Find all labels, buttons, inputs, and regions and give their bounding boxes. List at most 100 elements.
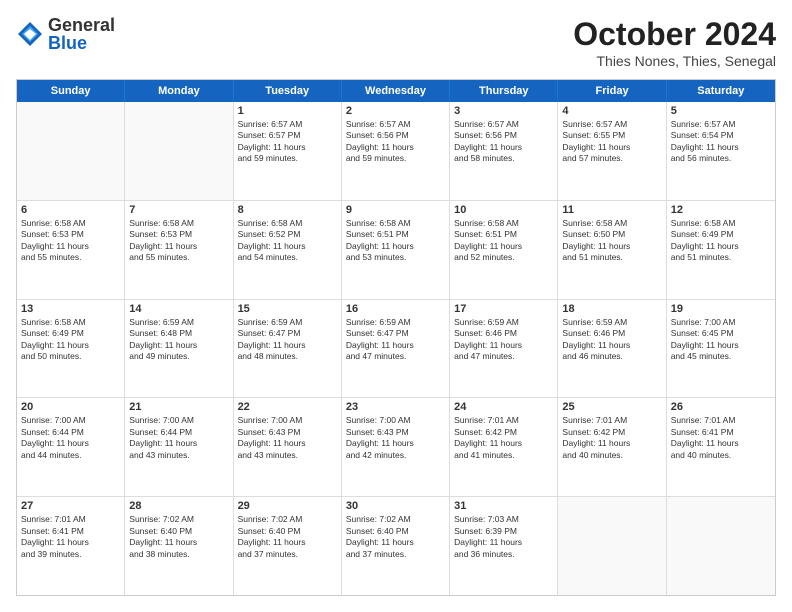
day-number: 20 [21, 401, 120, 413]
calendar-cell: 11Sunrise: 6:58 AMSunset: 6:50 PMDayligh… [558, 201, 666, 299]
day-number: 31 [454, 500, 553, 512]
day-number: 18 [562, 303, 661, 315]
header: General Blue October 2024 Thies Nones, T… [16, 16, 776, 69]
cell-info-line: Sunrise: 6:59 AM [454, 317, 553, 328]
title-block: October 2024 Thies Nones, Thies, Senegal [573, 16, 776, 69]
cell-info-line: Sunset: 6:40 PM [346, 526, 445, 537]
cell-info-line: and 50 minutes. [21, 351, 120, 362]
cell-info-line: Sunrise: 6:58 AM [454, 218, 553, 229]
cell-info-line: Daylight: 11 hours [454, 142, 553, 153]
cell-info-line: Sunrise: 6:58 AM [238, 218, 337, 229]
calendar-cell: 5Sunrise: 6:57 AMSunset: 6:54 PMDaylight… [667, 102, 775, 200]
cell-info-line: and 39 minutes. [21, 549, 120, 560]
calendar-cell: 1Sunrise: 6:57 AMSunset: 6:57 PMDaylight… [234, 102, 342, 200]
calendar-cell: 7Sunrise: 6:58 AMSunset: 6:53 PMDaylight… [125, 201, 233, 299]
calendar-cell: 25Sunrise: 7:01 AMSunset: 6:42 PMDayligh… [558, 398, 666, 496]
cell-info-line: and 45 minutes. [671, 351, 771, 362]
day-number: 12 [671, 204, 771, 216]
weekday-header: Thursday [450, 80, 558, 102]
cell-info-line: Daylight: 11 hours [454, 241, 553, 252]
day-number: 23 [346, 401, 445, 413]
cell-info-line: Daylight: 11 hours [238, 537, 337, 548]
cell-info-line: and 52 minutes. [454, 252, 553, 263]
cell-info-line: Sunset: 6:43 PM [238, 427, 337, 438]
logo-text: General Blue [48, 16, 115, 52]
calendar-cell: 17Sunrise: 6:59 AMSunset: 6:46 PMDayligh… [450, 300, 558, 398]
cell-info-line: Sunrise: 6:58 AM [21, 317, 120, 328]
calendar-cell: 6 Sunrise: 6:58 AMSunset: 6:53 PMDaylight… [17, 201, 125, 299]
calendar-week-row: 1Sunrise: 6:57 AMSunset: 6:57 PMDaylight… [17, 102, 775, 201]
cell-info-line: Sunrise: 6:57 AM [238, 119, 337, 130]
cell-info-line: and 42 minutes. [346, 450, 445, 461]
cell-info-line: Sunrise: 6:58 AM [562, 218, 661, 229]
day-number: 13 [21, 303, 120, 315]
cell-info-line: Sunrise: 7:01 AM [454, 415, 553, 426]
cell-info-line: Sunrise: 7:01 AM [562, 415, 661, 426]
cell-info-line: Sunrise: 7:00 AM [671, 317, 771, 328]
calendar-cell: 14Sunrise: 6:59 AMSunset: 6:48 PMDayligh… [125, 300, 233, 398]
cell-info-line: and 37 minutes. [346, 549, 445, 560]
cell-info-line: Daylight: 11 hours [238, 340, 337, 351]
cell-info-line: Daylight: 11 hours [671, 142, 771, 153]
day-number: 14 [129, 303, 228, 315]
day-number: 25 [562, 401, 661, 413]
cell-info-line: Sunset: 6:57 PM [238, 130, 337, 141]
calendar: SundayMondayTuesdayWednesdayThursdayFrid… [16, 79, 776, 596]
cell-info-line: Sunset: 6:41 PM [671, 427, 771, 438]
day-number: 6 [21, 204, 120, 216]
cell-info-line: Daylight: 11 hours [238, 241, 337, 252]
cell-info-line: Daylight: 11 hours [346, 241, 445, 252]
calendar-cell: 2Sunrise: 6:57 AMSunset: 6:56 PMDaylight… [342, 102, 450, 200]
calendar-cell: 18Sunrise: 6:59 AMSunset: 6:46 PMDayligh… [558, 300, 666, 398]
cell-info-line: Daylight: 11 hours [562, 142, 661, 153]
cell-info-line: and 53 minutes. [346, 252, 445, 263]
calendar-cell: 15Sunrise: 6:59 AMSunset: 6:47 PMDayligh… [234, 300, 342, 398]
cell-info-line: Daylight: 11 hours [21, 241, 120, 252]
calendar-cell: 10Sunrise: 6:58 AMSunset: 6:51 PMDayligh… [450, 201, 558, 299]
cell-info-line: Daylight: 11 hours [346, 537, 445, 548]
cell-info-line: and 56 minutes. [671, 153, 771, 164]
calendar-body: 1Sunrise: 6:57 AMSunset: 6:57 PMDaylight… [17, 102, 775, 595]
cell-info-line: Sunrise: 7:00 AM [21, 415, 120, 426]
day-number: 5 [671, 105, 771, 117]
cell-info-line: Daylight: 11 hours [454, 438, 553, 449]
cell-info-line: Sunset: 6:51 PM [346, 229, 445, 240]
calendar-cell: 28Sunrise: 7:02 AMSunset: 6:40 PMDayligh… [125, 497, 233, 595]
month-title: October 2024 [573, 16, 776, 53]
cell-info-line: and 49 minutes. [129, 351, 228, 362]
day-number: 10 [454, 204, 553, 216]
calendar-cell: 19Sunrise: 7:00 AMSunset: 6:45 PMDayligh… [667, 300, 775, 398]
calendar-week-row: 20Sunrise: 7:00 AMSunset: 6:44 PMDayligh… [17, 398, 775, 497]
cell-info-line: Daylight: 11 hours [671, 340, 771, 351]
cell-info-line: Daylight: 11 hours [129, 438, 228, 449]
day-number: 15 [238, 303, 337, 315]
cell-info-line: and 40 minutes. [562, 450, 661, 461]
cell-info-line: and 38 minutes. [129, 549, 228, 560]
calendar-week-row: 6Sunrise: 6:58 AMSunset: 6:53 PMDaylight… [17, 201, 775, 300]
cell-info-line: Sunrise: 7:00 AM [238, 415, 337, 426]
calendar-week-row: 27Sunrise: 7:01 AMSunset: 6:41 PMDayligh… [17, 497, 775, 595]
cell-info-line: and 47 minutes. [454, 351, 553, 362]
cell-info-line: Sunrise: 6:59 AM [238, 317, 337, 328]
cell-info-line: Sunset: 6:49 PM [671, 229, 771, 240]
cell-info-line: and 44 minutes. [21, 450, 120, 461]
cell-info-line: Sunset: 6:55 PM [562, 130, 661, 141]
cell-info-line: Sunrise: 6:58 AM [346, 218, 445, 229]
cell-info-line: Sunset: 6:41 PM [21, 526, 120, 537]
cell-info-line: Sunrise: 6:58 AM [21, 218, 120, 229]
calendar-cell: 24Sunrise: 7:01 AMSunset: 6:42 PMDayligh… [450, 398, 558, 496]
cell-info-line: and 43 minutes. [238, 450, 337, 461]
cell-info-line: Sunset: 6:56 PM [454, 130, 553, 141]
calendar-cell: 27Sunrise: 7:01 AMSunset: 6:41 PMDayligh… [17, 497, 125, 595]
calendar-cell [667, 497, 775, 595]
cell-info-line: Sunrise: 7:02 AM [346, 514, 445, 525]
cell-info-line: Sunrise: 6:58 AM [129, 218, 228, 229]
cell-info-line: Sunrise: 7:00 AM [346, 415, 445, 426]
cell-info-line: and 46 minutes. [562, 351, 661, 362]
day-number: 22 [238, 401, 337, 413]
calendar-cell [125, 102, 233, 200]
cell-info-line: Sunset: 6:53 PM [21, 229, 120, 240]
cell-info-line: and 48 minutes. [238, 351, 337, 362]
cell-info-line: Sunset: 6:48 PM [129, 328, 228, 339]
logo: General Blue [16, 16, 115, 52]
